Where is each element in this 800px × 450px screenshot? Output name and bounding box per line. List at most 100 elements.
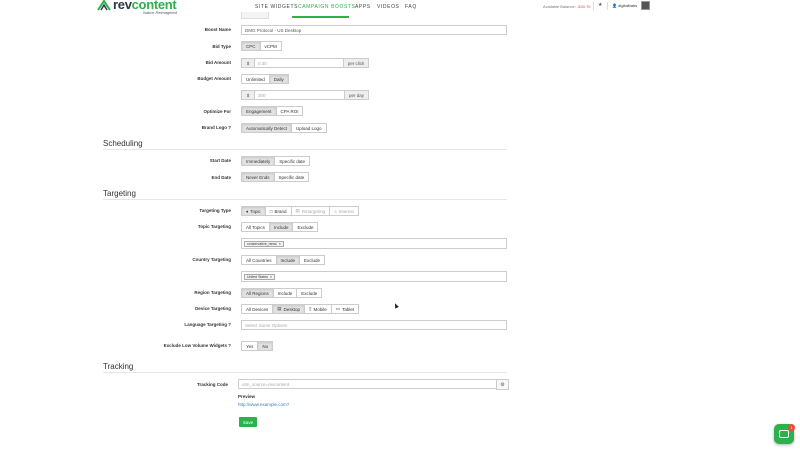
low-volume-toggle: Yes No (241, 341, 274, 351)
mouse-cursor-icon (393, 302, 399, 309)
targeting-interest[interactable]: ≡ Interest (329, 206, 359, 216)
topic-exclude[interactable]: Exclude (292, 222, 319, 232)
nav-campaign-boosts[interactable]: CAMPAIGN BOOSTS (298, 4, 356, 10)
targeting-retargeting[interactable]: ▤ Retargeting (290, 206, 331, 216)
remove-tag-icon[interactable]: × (270, 275, 272, 279)
gear-icon: ⚙ (500, 381, 505, 388)
end-date-label: End Date (211, 175, 231, 180)
preview-link[interactable]: http://www.example.com? (238, 402, 289, 407)
brand-logo-upload[interactable]: Upload Logo (291, 123, 327, 133)
section-divider (103, 199, 507, 200)
interest-icon: ≡ (334, 208, 337, 214)
device-all[interactable]: All Devices (241, 304, 274, 314)
user-icon: 👤 (612, 3, 617, 8)
section-divider (103, 149, 507, 150)
retargeting-icon: ▤ (295, 208, 300, 213)
logo-mark-icon (97, 0, 111, 11)
targeting-heading: Targeting (103, 189, 136, 198)
budget-daily[interactable]: Daily (268, 74, 289, 84)
device-targeting-toggle: All Devices ▤ Desktop ▯ Mobile ▭ Tablet (241, 304, 360, 314)
optimize-cpa-roi[interactable]: CPA ROI (275, 106, 304, 116)
region-all[interactable]: All Regions (241, 288, 274, 298)
device-targeting-label: Device Targeting (195, 306, 231, 311)
end-specific-date[interactable]: Specific date (273, 172, 310, 182)
scrolled-element (241, 12, 269, 19)
revcontent-logo[interactable]: revcontent Native Reimagined (97, 0, 187, 15)
end-date-toggle: Never Ends Specific date (241, 172, 310, 182)
bid-amount-input[interactable]: 0.30 (254, 58, 344, 68)
budget-amount-input[interactable]: 300 (254, 90, 345, 100)
bid-type-toggle: CPC vCPM (241, 41, 282, 51)
bid-suffix-addon: per click (343, 58, 369, 68)
device-desktop[interactable]: ▤ Desktop (272, 304, 306, 314)
tracking-settings-button[interactable]: ⚙ (496, 379, 509, 390)
region-include[interactable]: Include (272, 288, 298, 298)
country-exclude[interactable]: Exclude (299, 255, 326, 265)
save-button[interactable]: Save (239, 417, 257, 427)
topic-tag-input[interactable]: conservative_news × (241, 238, 507, 249)
bid-type-cpc[interactable]: CPC (241, 41, 261, 51)
nav-apps[interactable]: APPS (355, 4, 371, 10)
avatar[interactable] (641, 1, 650, 10)
country-all[interactable]: All Countries (241, 255, 277, 265)
region-targeting-toggle: All Regions Include Exclude (241, 288, 323, 298)
nav-faq[interactable]: FAQ (405, 4, 417, 10)
section-divider (103, 372, 507, 373)
chat-icon (779, 430, 789, 438)
topic-include[interactable]: Include (268, 222, 294, 232)
start-immediately[interactable]: Immediately (241, 156, 276, 166)
low-volume-label: Exclude Low Volume Widgets ? (163, 343, 231, 348)
device-mobile[interactable]: ▯ Mobile (304, 304, 332, 314)
star-icon[interactable]: ★ (598, 2, 602, 8)
brand-icon: □ (269, 208, 273, 214)
active-nav-indicator (292, 16, 349, 18)
end-never[interactable]: Never Ends (241, 172, 275, 182)
brand-logo-label: Brand Logo ? (201, 125, 231, 130)
start-date-toggle: Immediately Specific date (241, 156, 311, 166)
region-exclude[interactable]: Exclude (296, 288, 323, 298)
targeting-type-toggle: ♦ Topic □ Brand ▤ Retargeting ≡ Interest (241, 206, 359, 216)
start-specific-date[interactable]: Specific date (274, 156, 311, 166)
tracking-code-label: Tracking Code (196, 382, 228, 387)
user-menu[interactable]: 👤 digitalbabs (612, 3, 637, 8)
country-targeting-label: Country Targeting (192, 257, 231, 262)
country-include[interactable]: Include (275, 255, 301, 265)
country-tag-input[interactable]: United States × (241, 271, 507, 282)
budget-suffix-addon: per day (344, 90, 369, 100)
targeting-topic[interactable]: ♦ Topic (241, 206, 266, 216)
budget-unlimited[interactable]: Unlimited (241, 74, 270, 84)
desktop-icon: ▤ (277, 306, 282, 311)
targeting-type-label: Targeting Type (199, 208, 231, 213)
nav-site-widgets[interactable]: SITE WIDGETS (255, 4, 298, 10)
nav-divider (593, 2, 594, 10)
logo-tagline: Native Reimagined (143, 10, 177, 15)
remove-tag-icon[interactable]: × (279, 242, 281, 246)
topic-targeting-label: Topic Targeting (197, 224, 231, 229)
low-volume-yes[interactable]: Yes (241, 341, 259, 351)
country-targeting-toggle: All Countries Include Exclude (241, 255, 326, 265)
preview-label: Preview (238, 394, 256, 399)
scheduling-heading: Scheduling (103, 139, 143, 148)
optimize-toggle: Engagement CPA ROI (241, 106, 304, 116)
nav-videos[interactable]: VIDEOS (377, 4, 400, 10)
tracking-heading: Tracking (103, 362, 134, 371)
topic-targeting-toggle: All Topics Include Exclude (241, 222, 319, 232)
start-date-label: Start Date (209, 158, 231, 163)
available-balance: Available Balance: -$30.76 (543, 4, 591, 9)
device-tablet[interactable]: ▭ Tablet (330, 304, 360, 314)
bid-type-vcpm[interactable]: vCPM (259, 41, 282, 51)
optimize-engagement[interactable]: Engagement (241, 106, 277, 116)
country-tag: United States × (244, 274, 276, 280)
region-targeting-label: Region Targeting (194, 290, 231, 295)
budget-toggle: Unlimited Daily (241, 74, 289, 84)
targeting-brand[interactable]: □ Brand (264, 206, 292, 216)
brand-logo-toggle: Automatically Detect Upload Logo (241, 123, 327, 133)
tracking-code-input[interactable]: utm_source=revcontent (238, 379, 497, 389)
language-select[interactable]: Select Some Options (241, 320, 507, 330)
brand-logo-auto[interactable]: Automatically Detect (241, 123, 293, 133)
boost-name-input[interactable]: DMG Protocol - US Desktop (241, 25, 507, 35)
low-volume-no[interactable]: No (257, 341, 274, 351)
optimize-for-label: Optimize For (203, 109, 231, 114)
nav-divider (607, 2, 608, 10)
topic-all[interactable]: All Topics (241, 222, 270, 232)
